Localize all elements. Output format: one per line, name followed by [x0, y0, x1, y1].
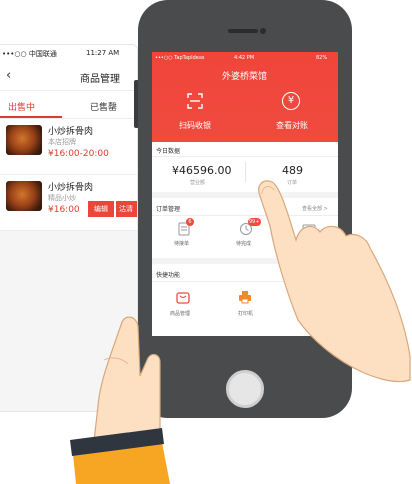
- hand-illustration: [70, 180, 411, 484]
- pointing-hand: [258, 180, 411, 383]
